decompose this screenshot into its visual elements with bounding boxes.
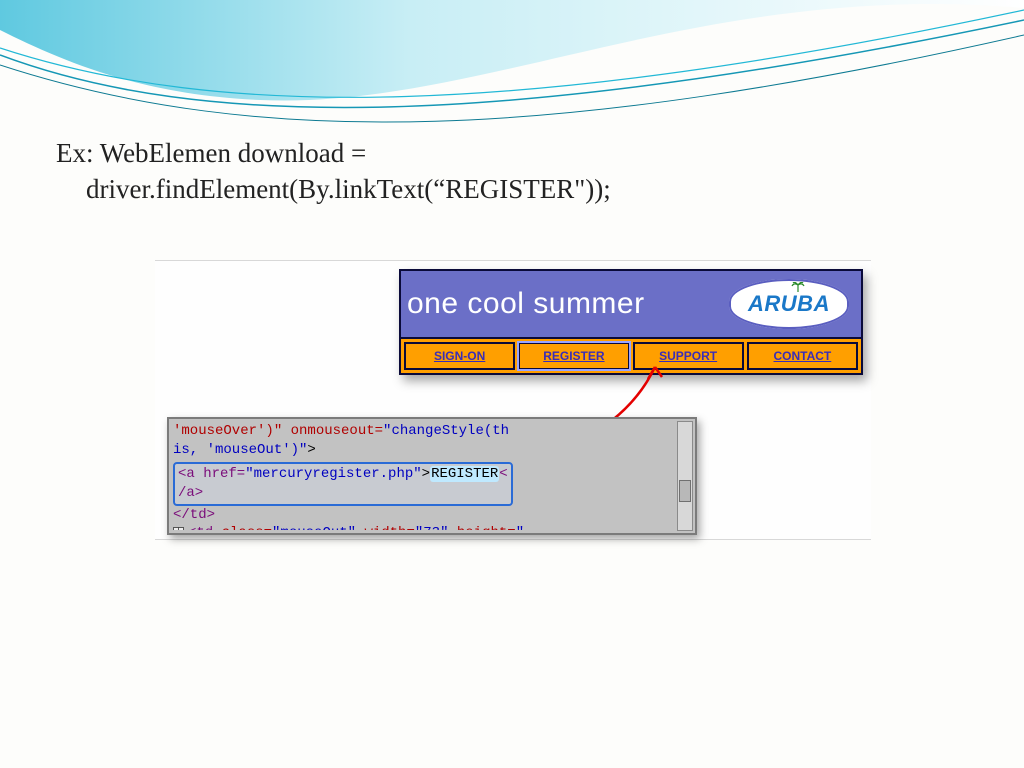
scroll-thumb[interactable]	[679, 480, 691, 502]
screenshot-figure: one cool summer ARUBA SIGN-ON REGISTER S…	[155, 260, 871, 540]
inspector-scrollbar[interactable]	[677, 421, 693, 531]
link-text-register: REGISTER	[430, 466, 499, 482]
highlighted-anchor: <a href="mercuryregister.php">REGISTER</…	[173, 462, 513, 506]
inspector-code: 'mouseOver')" onmouseout="changeStyle(th…	[173, 422, 675, 530]
expand-icon[interactable]: +	[173, 527, 184, 530]
example-line-2: driver.findElement(By.linkText(“REGISTER…	[56, 171, 964, 207]
slide-text-block: Ex: WebElemen download = driver.findElem…	[56, 135, 964, 208]
nav-contact[interactable]: CONTACT	[747, 342, 858, 370]
nav-support[interactable]: SUPPORT	[633, 342, 744, 370]
brand-badge: ARUBA	[729, 279, 849, 329]
nav-signon[interactable]: SIGN-ON	[404, 342, 515, 370]
nav-bar: SIGN-ON REGISTER SUPPORT CONTACT	[399, 339, 863, 375]
example-line-1: Ex: WebElemen download =	[56, 135, 964, 171]
site-panel: one cool summer ARUBA SIGN-ON REGISTER S…	[399, 269, 863, 375]
html-inspector: 'mouseOver')" onmouseout="changeStyle(th…	[167, 417, 697, 535]
banner-slogan: one cool summer	[407, 287, 645, 321]
brand-text: ARUBA	[748, 291, 830, 317]
banner: one cool summer ARUBA	[399, 269, 863, 339]
palm-icon	[791, 282, 805, 292]
nav-register[interactable]: REGISTER	[518, 342, 629, 370]
